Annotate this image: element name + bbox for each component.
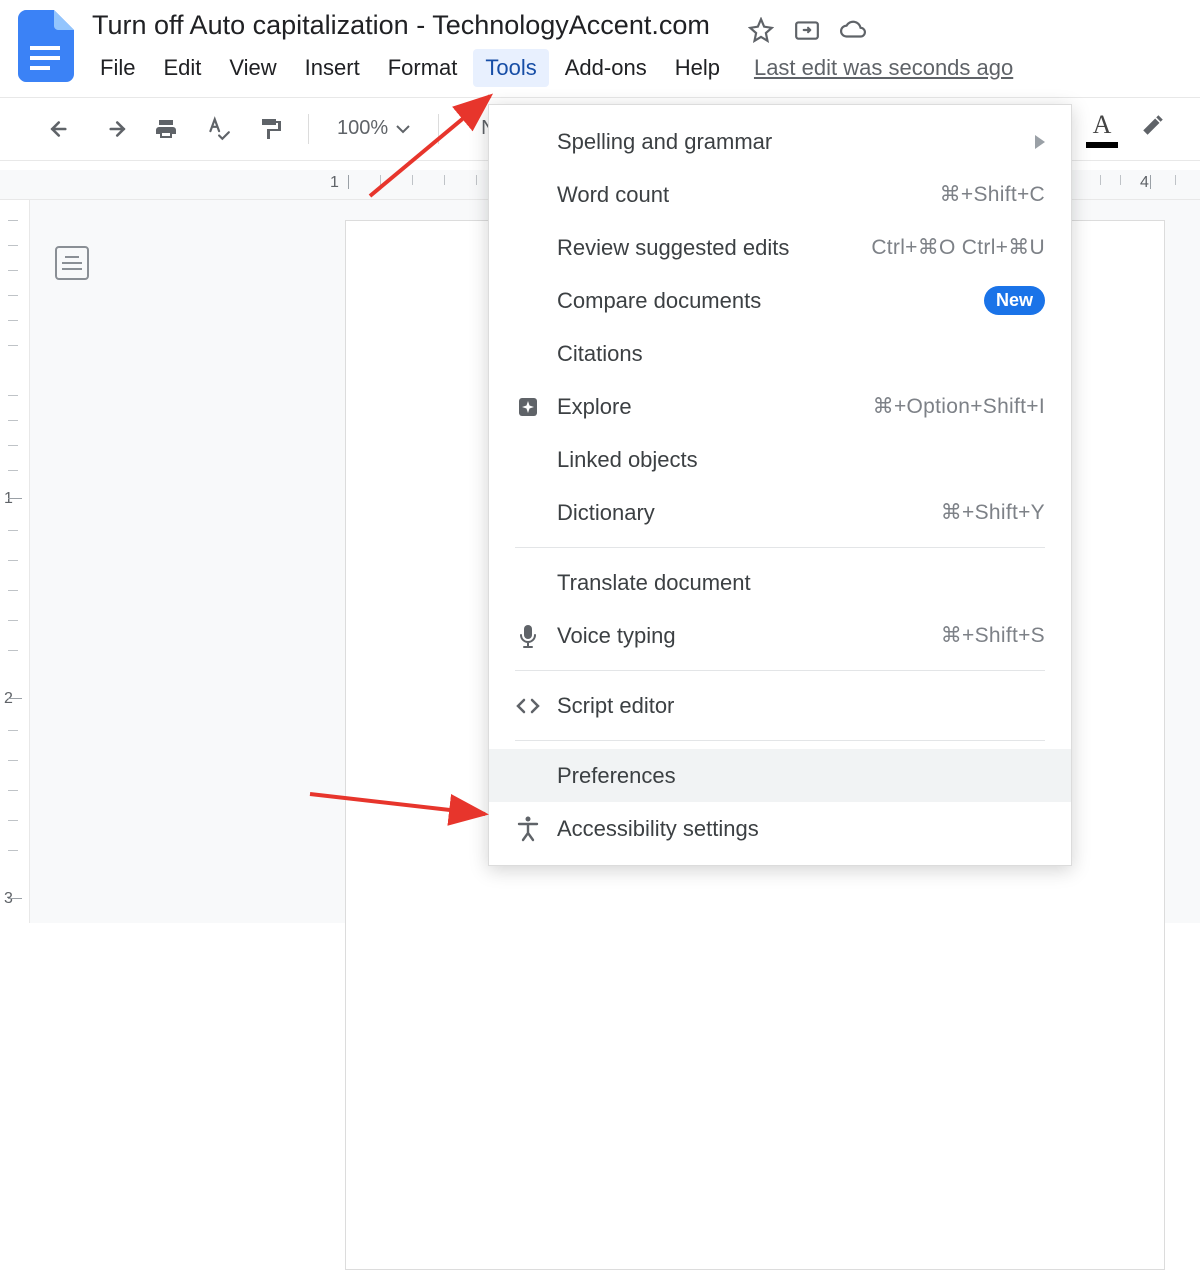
zoom-value: 100% bbox=[337, 117, 388, 140]
zoom-dropdown[interactable]: 100% bbox=[323, 117, 424, 140]
tools-preferences[interactable]: Preferences bbox=[489, 749, 1071, 802]
undo-button[interactable] bbox=[42, 109, 82, 149]
new-badge: New bbox=[984, 286, 1045, 315]
paint-format-button[interactable] bbox=[250, 109, 290, 149]
ruler-mark-1: 1 bbox=[330, 174, 339, 192]
menu-separator bbox=[515, 547, 1045, 548]
tools-explore[interactable]: Explore ⌘+Option+Shift+I bbox=[489, 380, 1071, 433]
explore-icon bbox=[513, 392, 543, 422]
cloud-status-icon[interactable] bbox=[840, 17, 866, 43]
tools-voice-typing[interactable]: Voice typing ⌘+Shift+S bbox=[489, 609, 1071, 662]
tools-citations[interactable]: Citations bbox=[489, 327, 1071, 380]
menu-separator bbox=[515, 740, 1045, 741]
submenu-arrow-icon bbox=[1035, 135, 1045, 149]
highlight-color-button[interactable] bbox=[1140, 112, 1166, 143]
menubar: File Edit View Insert Format Tools Add-o… bbox=[88, 43, 1200, 97]
chevron-down-icon bbox=[396, 124, 410, 134]
ruler-mark-4: 4 bbox=[1140, 174, 1149, 192]
redo-button[interactable] bbox=[94, 109, 134, 149]
text-color-button[interactable]: A bbox=[1082, 110, 1122, 148]
docs-logo-icon[interactable] bbox=[18, 10, 74, 82]
print-button[interactable] bbox=[146, 109, 186, 149]
document-title[interactable]: Turn off Auto capitalization - Technolog… bbox=[88, 6, 714, 42]
toolbar-separator bbox=[308, 114, 309, 144]
menu-file[interactable]: File bbox=[88, 49, 147, 87]
spellcheck-button[interactable] bbox=[198, 109, 238, 149]
tools-script-editor[interactable]: Script editor bbox=[489, 679, 1071, 732]
menu-insert[interactable]: Insert bbox=[293, 49, 372, 87]
vertical-ruler[interactable]: 1 2 3 bbox=[0, 200, 30, 923]
menu-format[interactable]: Format bbox=[376, 49, 470, 87]
menu-tools[interactable]: Tools bbox=[473, 49, 548, 87]
last-edit-link[interactable]: Last edit was seconds ago bbox=[754, 55, 1013, 81]
menu-separator bbox=[515, 670, 1045, 671]
toolbar-separator bbox=[438, 114, 439, 144]
accessibility-icon bbox=[513, 814, 543, 844]
app-header: Turn off Auto capitalization - Technolog… bbox=[0, 0, 1200, 97]
text-color-letter-icon: A bbox=[1082, 110, 1122, 140]
menu-view[interactable]: View bbox=[217, 49, 288, 87]
tools-word-count[interactable]: Word count ⌘+Shift+C bbox=[489, 168, 1071, 221]
tools-review-suggested[interactable]: Review suggested edits Ctrl+⌘O Ctrl+⌘U bbox=[489, 221, 1071, 274]
tools-dropdown-menu: Spelling and grammar Word count ⌘+Shift+… bbox=[488, 104, 1072, 866]
tools-spelling-grammar[interactable]: Spelling and grammar bbox=[489, 115, 1071, 168]
move-icon[interactable] bbox=[794, 17, 820, 43]
document-outline-button[interactable] bbox=[55, 246, 89, 280]
star-icon[interactable] bbox=[748, 17, 774, 43]
menu-addons[interactable]: Add-ons bbox=[553, 49, 659, 87]
menu-help[interactable]: Help bbox=[663, 49, 732, 87]
menu-edit[interactable]: Edit bbox=[151, 49, 213, 87]
tools-accessibility-settings[interactable]: Accessibility settings bbox=[489, 802, 1071, 855]
tools-dictionary[interactable]: Dictionary ⌘+Shift+Y bbox=[489, 486, 1071, 539]
tools-linked-objects[interactable]: Linked objects bbox=[489, 433, 1071, 486]
tools-compare-documents[interactable]: Compare documents New bbox=[489, 274, 1071, 327]
text-color-swatch bbox=[1086, 142, 1118, 148]
tools-translate-document[interactable]: Translate document bbox=[489, 556, 1071, 609]
code-icon bbox=[513, 691, 543, 721]
mic-icon bbox=[513, 621, 543, 651]
